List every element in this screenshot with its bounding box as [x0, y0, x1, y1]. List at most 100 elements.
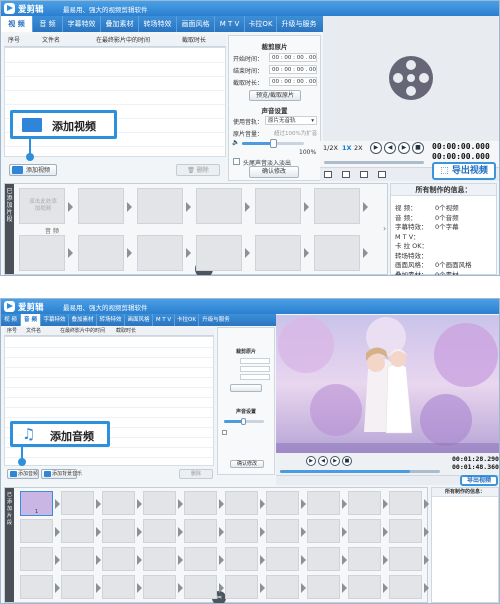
volume-slider[interactable]: [242, 139, 304, 148]
volume-knob[interactable]: [241, 418, 246, 425]
tab-karaoke[interactable]: 卡拉OK: [245, 16, 277, 32]
timeline-slot[interactable]: [225, 547, 258, 571]
end-time-input[interactable]: [240, 366, 270, 372]
scroll-right-icon[interactable]: ›: [383, 224, 386, 233]
tab-upgrade[interactable]: 升级与服务: [277, 16, 321, 32]
seek-bar[interactable]: [280, 470, 440, 473]
tab-overlay[interactable]: 叠加素材: [101, 16, 139, 32]
track-select[interactable]: 原片无音轨 ▾: [265, 116, 317, 125]
prev-frame-icon[interactable]: ◀: [318, 456, 328, 466]
timeline-slot[interactable]: [102, 491, 135, 515]
confirm-button[interactable]: 确认修改: [230, 460, 264, 468]
timeline-slot[interactable]: [137, 235, 183, 271]
timeline-slot[interactable]: [20, 575, 53, 599]
tab-overlay[interactable]: 叠加素材: [69, 314, 97, 326]
add-video-button[interactable]: 添加视频: [9, 164, 57, 176]
timeline-slot[interactable]: 双击此处添加视频: [19, 188, 65, 224]
timeline-slot[interactable]: [102, 575, 135, 599]
timeline-slot[interactable]: [307, 491, 340, 515]
timeline-slot[interactable]: [225, 575, 258, 599]
timeline-slot[interactable]: [348, 547, 381, 571]
delete-button[interactable]: 删除: [179, 469, 213, 479]
timeline-slot[interactable]: [389, 547, 422, 571]
delete-button[interactable]: 🗑 删除: [176, 164, 220, 176]
speed-half[interactable]: 1/2X: [323, 144, 338, 152]
play-icon[interactable]: ▶: [306, 456, 316, 466]
timeline-slot[interactable]: [184, 491, 217, 515]
timeline[interactable]: 已添加片段 ✂ › 双击此处添加视频音 频: [4, 183, 388, 275]
timeline-slot[interactable]: [314, 188, 360, 224]
timeline-slot[interactable]: [389, 575, 422, 599]
add-video-callout[interactable]: 添加视频: [10, 110, 117, 139]
timeline-slot[interactable]: [20, 547, 53, 571]
timeline[interactable]: 已添加片段 1 ✂: [4, 487, 429, 603]
tab-audio[interactable]: 音 频: [33, 16, 63, 32]
timeline-slot[interactable]: [266, 491, 299, 515]
tab-mtv[interactable]: M T V: [215, 16, 245, 32]
timeline-slot[interactable]: [389, 491, 422, 515]
stop-icon[interactable]: ■: [342, 456, 352, 466]
timeline-slot[interactable]: [143, 575, 176, 599]
timeline-slot[interactable]: [266, 547, 299, 571]
add-audio-button[interactable]: 添加音频: [7, 469, 39, 479]
next-frame-icon[interactable]: ▶: [330, 456, 340, 466]
timeline-slot[interactable]: [20, 519, 53, 543]
tab-video[interactable]: 视 频: [1, 16, 33, 32]
timeline-slot[interactable]: [137, 188, 183, 224]
timeline-slot[interactable]: [225, 491, 258, 515]
timeline-slot[interactable]: [266, 575, 299, 599]
tab-transitions[interactable]: 转场特效: [139, 16, 177, 32]
clip-thumbnail[interactable]: 1: [20, 491, 53, 516]
timeline-slot[interactable]: [255, 188, 301, 224]
stop-icon[interactable]: ■: [412, 142, 424, 154]
preview-clip-button[interactable]: 预览/截取原片: [249, 90, 301, 101]
tab-mtv[interactable]: M T V: [153, 314, 175, 326]
preview-clip-button[interactable]: [230, 384, 262, 392]
confirm-button[interactable]: 确认修改: [249, 166, 299, 178]
tab-upgrade[interactable]: 升级与服务: [199, 314, 233, 326]
timeline-slot[interactable]: [143, 491, 176, 515]
timeline-slot[interactable]: [348, 519, 381, 543]
timeline-slot[interactable]: [78, 235, 124, 271]
timeline-slot[interactable]: [255, 235, 301, 271]
timeline-slot[interactable]: [307, 547, 340, 571]
timeline-slot[interactable]: [102, 519, 135, 543]
volume-slider[interactable]: [224, 418, 264, 425]
fullscreen-icon[interactable]: [378, 171, 386, 178]
timeline-slot[interactable]: [19, 235, 65, 271]
video-preview[interactable]: [276, 315, 499, 453]
export-video-button[interactable]: 导出视频: [460, 475, 498, 486]
tab-audio[interactable]: 音 频: [21, 314, 41, 326]
start-time-input[interactable]: [240, 358, 270, 364]
tab-subtitle-effects[interactable]: 字幕特效: [41, 314, 69, 326]
start-time-input[interactable]: 00 : 00 : 00 . 000: [269, 53, 317, 62]
timeline-slot[interactable]: [196, 188, 242, 224]
duration-input[interactable]: 00 : 00 : 00 . 000: [269, 77, 317, 86]
fade-checkbox[interactable]: [222, 430, 227, 435]
speed-double[interactable]: 2X: [354, 144, 363, 152]
timeline-slot[interactable]: [61, 491, 94, 515]
timeline-slot[interactable]: [307, 519, 340, 543]
speed-normal[interactable]: 1X: [342, 144, 352, 152]
open-file-icon[interactable]: [324, 171, 332, 178]
end-time-input[interactable]: 00 : 00 : 00 . 000: [269, 65, 317, 74]
play-icon[interactable]: ▶: [370, 142, 382, 154]
tab-video[interactable]: 视 频: [1, 314, 21, 326]
next-frame-icon[interactable]: ▶: [398, 142, 410, 154]
timeline-slot[interactable]: [143, 519, 176, 543]
timeline-slot[interactable]: [143, 547, 176, 571]
timeline-slot[interactable]: [314, 235, 360, 271]
tab-transitions[interactable]: 转场特效: [97, 314, 125, 326]
seek-bar[interactable]: [324, 161, 424, 164]
add-bgm-button[interactable]: 添加背景音乐: [41, 469, 82, 479]
timeline-slot[interactable]: [61, 575, 94, 599]
timeline-slot[interactable]: [307, 575, 340, 599]
tab-karaoke[interactable]: 卡拉OK: [175, 314, 199, 326]
tab-picture-style[interactable]: 画面风格: [177, 16, 215, 32]
export-video-button[interactable]: ⬚ 导出视频: [432, 162, 496, 180]
prev-frame-icon[interactable]: ◀: [384, 142, 396, 154]
timeline-slot[interactable]: [61, 547, 94, 571]
duration-input[interactable]: [240, 374, 270, 380]
timeline-slot[interactable]: [389, 519, 422, 543]
tab-subtitle-effects[interactable]: 字幕特效: [63, 16, 101, 32]
